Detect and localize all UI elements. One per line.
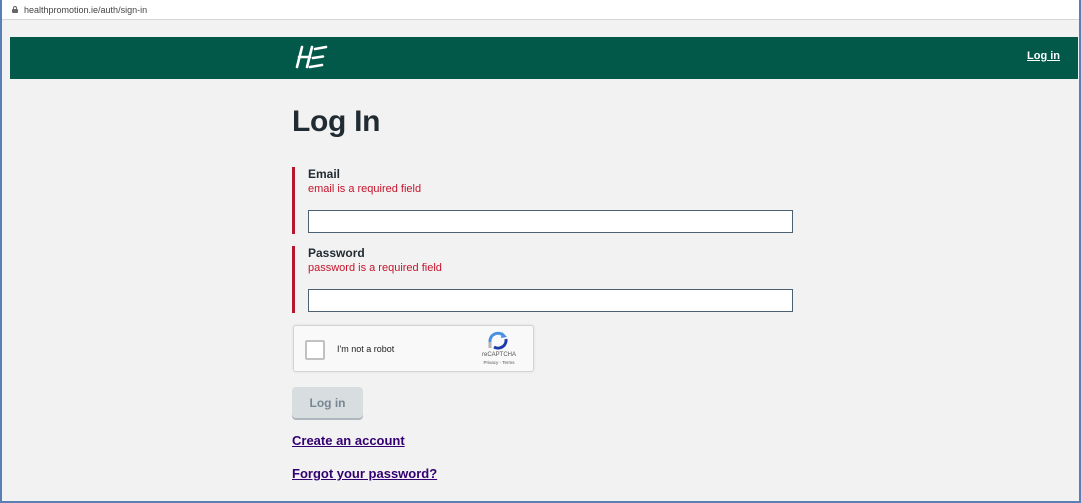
login-form: Log In Email email is a required field P…	[292, 105, 812, 325]
url-text[interactable]: healthpromotion.ie/auth/sign-in	[24, 5, 147, 15]
recaptcha-checkbox[interactable]	[305, 340, 325, 360]
lock-icon	[12, 6, 18, 13]
email-label: Email	[308, 167, 341, 181]
login-submit-button[interactable]: Log in	[292, 387, 363, 418]
recaptcha-logo-icon	[488, 331, 508, 350]
create-account-link[interactable]: Create an account	[292, 433, 405, 448]
recaptcha-terms-link[interactable]: Privacy - Terms	[477, 360, 521, 365]
email-error-message: email is a required field	[308, 183, 422, 195]
email-input[interactable]	[308, 210, 793, 233]
email-form-group: Email email is a required field	[292, 167, 812, 234]
password-input[interactable]	[308, 289, 793, 312]
password-error-message: password is a required field	[308, 262, 442, 274]
browser-window: healthpromotion.ie/auth/sign-in Log in L…	[0, 0, 1081, 503]
recaptcha-widget: I'm not a robot reCAPTCHA Privacy - Term…	[293, 325, 534, 372]
hse-logo-icon[interactable]	[292, 43, 332, 71]
forgot-password-link[interactable]: Forgot your password?	[292, 466, 437, 481]
password-label: Password	[308, 246, 365, 260]
page-title: Log In	[292, 105, 381, 138]
recaptcha-label: I'm not a robot	[337, 344, 395, 354]
site-header: Log in	[10, 37, 1078, 79]
password-form-group: Password password is a required field	[292, 246, 812, 313]
address-bar[interactable]: healthpromotion.ie/auth/sign-in	[2, 0, 1079, 20]
header-login-link[interactable]: Log in	[1027, 50, 1060, 62]
recaptcha-brand: reCAPTCHA	[481, 352, 516, 358]
